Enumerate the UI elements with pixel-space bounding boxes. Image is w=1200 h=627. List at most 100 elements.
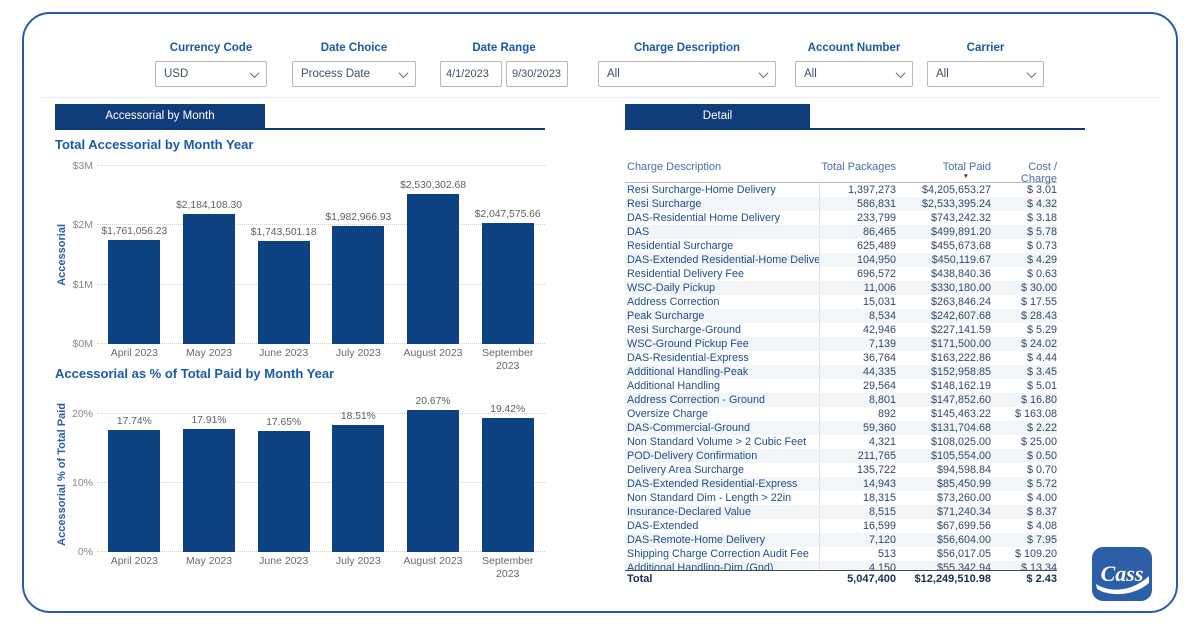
chart-accessorial-percent: Accessorial as % of Total Paid by Month … — [55, 366, 545, 580]
table-row[interactable]: Resi Surcharge586,831$2,533,395.24$ 4.32 — [625, 197, 1057, 211]
bar-august-2023[interactable] — [407, 194, 459, 344]
table-row[interactable]: WSC-Daily Pickup11,006$330,180.00$ 30.00 — [625, 281, 1057, 295]
table-row[interactable]: DAS-Extended16,599$67,699.56$ 4.08 — [625, 519, 1057, 533]
table-row[interactable]: Shipping Charge Correction Audit Fee513$… — [625, 547, 1057, 561]
tab-detail[interactable]: Detail — [625, 104, 810, 128]
table-row[interactable]: Address Correction - Ground8,801$147,852… — [625, 393, 1057, 407]
bar-july-2023[interactable] — [332, 226, 384, 344]
table-cell: Resi Surcharge-Ground — [625, 323, 820, 337]
tab-underline — [55, 128, 545, 130]
table-row[interactable]: DAS-Remote-Home Delivery7,120$56,604.00$… — [625, 533, 1057, 547]
chevron-down-icon — [759, 68, 769, 78]
table-row[interactable]: Non Standard Volume > 2 Cubic Feet4,321$… — [625, 435, 1057, 449]
table-cell: Non Standard Dim - Length > 22in — [625, 491, 820, 505]
table-cell: $263,846.24 — [896, 295, 991, 309]
table-cell: Residential Surcharge — [625, 239, 820, 253]
table-row[interactable]: DAS-Extended Residential-Home Delivery10… — [625, 253, 1057, 267]
table-row[interactable]: Additional Handling-Dim (Gnd)4,150$55,34… — [625, 561, 1057, 570]
table-cell: 892 — [820, 407, 896, 421]
table-row[interactable]: POD-Delivery Confirmation211,765$105,554… — [625, 449, 1057, 463]
table-cell: $455,673.68 — [896, 239, 991, 253]
filter-label-date-range: Date Range — [440, 42, 568, 54]
table-row[interactable]: Delivery Area Surcharge135,722$94,598.84… — [625, 463, 1057, 477]
table-row[interactable]: DAS-Commercial-Ground59,360$131,704.68$ … — [625, 421, 1057, 435]
currency-code-dropdown[interactable]: USD — [155, 61, 267, 87]
account-number-dropdown[interactable]: All — [795, 61, 913, 87]
table-cell: 135,722 — [820, 463, 896, 477]
table-row[interactable]: Resi Surcharge-Ground42,946$227,141.59$ … — [625, 323, 1057, 337]
column-header-charge-description[interactable]: Charge Description — [625, 161, 820, 182]
table-cell: Shipping Charge Correction Audit Fee — [625, 547, 820, 561]
bar-value-label: $1,761,056.23 — [101, 226, 167, 237]
bar-may-2023[interactable] — [183, 429, 235, 552]
table-row[interactable]: Resi Surcharge-Home Delivery1,397,273$4,… — [625, 183, 1057, 197]
table-row[interactable]: DAS86,465$499,891.20$ 5.78 — [625, 225, 1057, 239]
bar-april-2023[interactable] — [108, 240, 160, 344]
table-cell: 104,950 — [820, 253, 896, 267]
date-choice-dropdown[interactable]: Process Date — [292, 61, 416, 87]
bar-value-label: 17.91% — [192, 415, 227, 426]
table-cell: $55,342.94 — [896, 561, 991, 570]
bar-value-label: $2,530,302.68 — [400, 180, 466, 191]
table-cell: $ 163.08 — [991, 407, 1057, 421]
table-row[interactable]: Insurance-Declared Value8,515$71,240.34$… — [625, 505, 1057, 519]
table-cell: Additional Handling — [625, 379, 820, 393]
filter-carrier: CarrierAll — [927, 42, 1044, 87]
bar-september-2023[interactable] — [482, 223, 534, 344]
bar-april-2023[interactable] — [108, 430, 160, 552]
table-cell: $4,205,653.27 — [896, 183, 991, 197]
table-cell: $71,240.34 — [896, 505, 991, 519]
charge-description-value: All — [607, 68, 620, 80]
column-header-label: Total Packages — [821, 161, 896, 173]
table-row[interactable]: DAS-Residential Home Delivery233,799$743… — [625, 211, 1057, 225]
bar-value-label: $1,743,501.18 — [251, 227, 317, 238]
table-cell: DAS-Extended Residential-Express — [625, 477, 820, 491]
column-header-label: Total Paid — [943, 161, 991, 173]
bar-june-2023[interactable] — [258, 241, 310, 344]
table-cell: $ 4.44 — [991, 351, 1057, 365]
column-header-total-paid[interactable]: Total Paid▼ — [896, 161, 991, 182]
bar-august-2023[interactable] — [407, 410, 459, 552]
table-row[interactable]: Oversize Charge892$145,463.22$ 163.08 — [625, 407, 1057, 421]
bar-july-2023[interactable] — [332, 425, 384, 553]
table-total-row[interactable]: Total5,047,400$12,249,510.98$ 2.43 — [625, 570, 1057, 588]
table-row[interactable]: Additional Handling-Peak44,335$152,958.8… — [625, 365, 1057, 379]
table-cell: WSC-Daily Pickup — [625, 281, 820, 295]
table-cell: $ 4.29 — [991, 253, 1057, 267]
table-row[interactable]: Address Correction15,031$263,846.24$ 17.… — [625, 295, 1057, 309]
table-row[interactable]: Residential Delivery Fee696,572$438,840.… — [625, 267, 1057, 281]
table-row[interactable]: DAS-Extended Residential-Express14,943$8… — [625, 477, 1057, 491]
table-cell: 7,120 — [820, 533, 896, 547]
table-cell: 1,397,273 — [820, 183, 896, 197]
charge-description-dropdown[interactable]: All — [598, 61, 776, 87]
accessorial-panel: Accessorial by Month Total Accessorial b… — [55, 104, 545, 580]
bar-may-2023[interactable] — [183, 214, 235, 344]
table-row[interactable]: Additional Handling29,564$148,162.19$ 5.… — [625, 379, 1057, 393]
table-cell: 586,831 — [820, 197, 896, 211]
table-cell: $ 0.50 — [991, 449, 1057, 463]
bar-september-2023[interactable] — [482, 418, 534, 552]
table-cell: $152,958.85 — [896, 365, 991, 379]
table-cell: 16,599 — [820, 519, 896, 533]
bar-june-2023[interactable] — [258, 431, 310, 553]
table-row[interactable]: Non Standard Dim - Length > 22in18,315$7… — [625, 491, 1057, 505]
table-total-cell: 5,047,400 — [820, 571, 896, 588]
table-row[interactable]: Residential Surcharge625,489$455,673.68$… — [625, 239, 1057, 253]
table-cell: $242,607.68 — [896, 309, 991, 323]
date-range-start-input[interactable]: 4/1/2023 — [440, 61, 502, 87]
table-row[interactable]: DAS-Residential-Express36,764$163,222.86… — [625, 351, 1057, 365]
table-row[interactable]: Peak Surcharge8,534$242,607.68$ 28.43 — [625, 309, 1057, 323]
date-range-end-input[interactable]: 9/30/2023 — [506, 61, 568, 87]
column-header-total-packages[interactable]: Total Packages — [820, 161, 896, 182]
y-axis-title-text: Accessorial — [56, 224, 68, 286]
table-row[interactable]: WSC-Ground Pickup Fee7,139$171,500.00$ 2… — [625, 337, 1057, 351]
carrier-dropdown[interactable]: All — [927, 61, 1044, 87]
column-header-cost-charge[interactable]: Cost / Charge — [991, 161, 1057, 182]
plot-area: Accessorial $0M$1M$2M$3M$1,761,056.23$2,… — [97, 166, 545, 344]
table-cell: Residential Delivery Fee — [625, 267, 820, 281]
tab-accessorial-by-month[interactable]: Accessorial by Month — [55, 104, 265, 128]
table-cell: DAS-Residential-Express — [625, 351, 820, 365]
table-cell: $131,704.68 — [896, 421, 991, 435]
y-axis-tick: 20% — [59, 408, 93, 420]
table-cell: POD-Delivery Confirmation — [625, 449, 820, 463]
